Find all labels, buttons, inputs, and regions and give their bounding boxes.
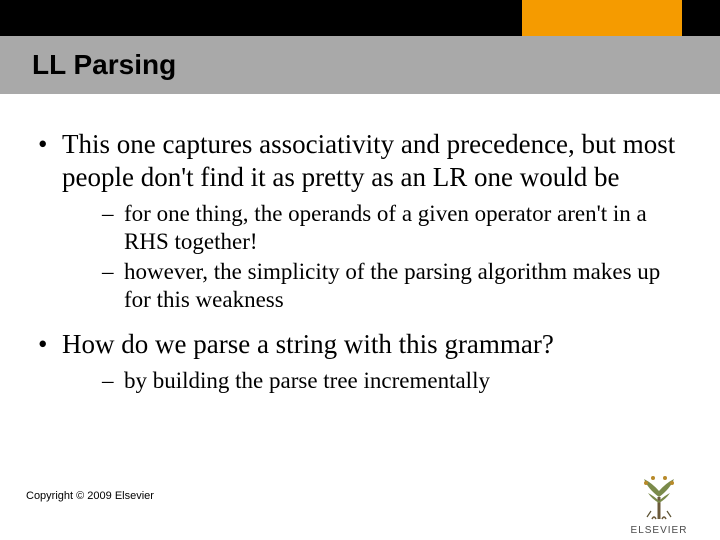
top-orange-box	[522, 0, 682, 36]
sub-bullet-item: for one thing, the operands of a given o…	[62, 200, 680, 256]
sub-bullet-text: by building the parse tree incrementally	[124, 368, 490, 393]
bullet-item: How do we parse a string with this gramm…	[32, 328, 680, 395]
sub-bullet-list: for one thing, the operands of a given o…	[62, 200, 680, 314]
publisher-logo: ELSEVIER	[620, 469, 698, 536]
copyright-text: Copyright © 2009 Elsevier	[26, 490, 154, 502]
bullet-text: This one captures associativity and prec…	[62, 129, 675, 192]
bullet-text: How do we parse a string with this gramm…	[62, 329, 554, 359]
title-bar: LL Parsing	[0, 36, 720, 94]
sub-bullet-text: however, the simplicity of the parsing a…	[124, 259, 660, 312]
sub-bullet-list: by building the parse tree incrementally	[62, 367, 680, 395]
bullet-item: This one captures associativity and prec…	[32, 128, 680, 314]
slide-title: LL Parsing	[32, 49, 176, 81]
bullet-list: This one captures associativity and prec…	[32, 128, 680, 395]
publisher-logo-text: ELSEVIER	[620, 525, 698, 536]
elsevier-tree-icon	[632, 469, 686, 523]
slide: LL Parsing This one captures associativi…	[0, 0, 720, 540]
sub-bullet-item: by building the parse tree incrementally	[62, 367, 680, 395]
content-area: This one captures associativity and prec…	[32, 128, 680, 413]
sub-bullet-text: for one thing, the operands of a given o…	[124, 201, 647, 254]
sub-bullet-item: however, the simplicity of the parsing a…	[62, 258, 680, 314]
